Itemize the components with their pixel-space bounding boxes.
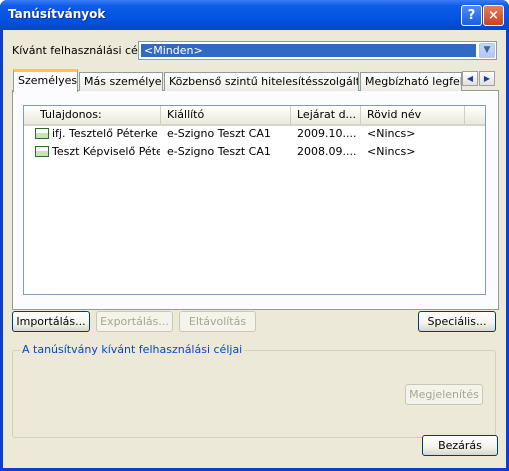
remove-button[interactable]: Eltávolítás [179,311,256,332]
purpose-dropdown[interactable]: <Minden> ▼ [138,41,497,60]
export-button[interactable]: Exportálás... [96,311,173,332]
close-button[interactable]: Bezárás [422,435,498,456]
import-button[interactable]: Importálás... [12,311,90,332]
column-owner[interactable]: Tulajdonos: [24,106,161,124]
table-row[interactable]: Teszt Képviselő Péter e-Szigno Teszt CA1… [24,144,485,160]
column-expiry[interactable]: Lejárat d... [291,106,361,124]
tab-scroll-buttons: ◀ ▶ [462,71,496,86]
chevron-down-icon[interactable]: ▼ [479,43,495,58]
table-row[interactable]: ifj. Tesztelő Péterke e-Szigno Teszt CA1… [24,126,485,142]
row-owner: Teszt Képviselő Péter [52,145,160,158]
list-header: Tulajdonos: Kiállító Lejárat d... Rövid … [24,106,485,126]
row-friendly-name: <Nincs> [367,145,416,158]
certificate-icon [35,128,49,139]
certificates-dialog: Tanúsítványok ? × Kívánt felhasználási c… [0,0,509,471]
purpose-label: Kívánt felhasználási cél: [12,44,145,57]
column-issuer[interactable]: Kiállító [161,106,291,124]
row-issuer: e-Szigno Teszt CA1 [167,145,271,158]
purpose-selected-value: <Minden> [141,44,476,57]
tab-scroll-right-icon[interactable]: ▶ [479,71,495,86]
window-title: Tanúsítványok [8,7,106,21]
certificate-icon [35,146,49,157]
dialog-client-area: Kívánt felhasználási cél: <Minden> ▼ Sze… [3,30,506,468]
tab-scroll-left-icon[interactable]: ◀ [462,71,478,86]
tab-other-people[interactable]: Más személyek [79,72,163,91]
group-title: A tanúsítvány kívánt felhasználási célja… [20,343,245,356]
row-owner: ifj. Tesztelő Péterke [52,127,158,140]
row-expiry: 2008.09.... [297,145,357,158]
row-issuer: e-Szigno Teszt CA1 [167,127,271,140]
help-button[interactable]: ? [461,5,482,26]
advanced-button[interactable]: Speciális... [418,311,496,332]
certificate-list[interactable]: Tulajdonos: Kiállító Lejárat d... Rövid … [23,105,486,295]
column-friendly-name[interactable]: Rövid név [361,106,465,124]
tab-intermediate-cas[interactable]: Közbenső szintű hitelesítésszolgáltatók [164,72,359,91]
tab-personal[interactable]: Személyes [13,69,78,92]
row-friendly-name: <Nincs> [367,127,416,140]
title-bar: Tanúsítványok ? × [0,0,509,30]
tab-trusted-root[interactable]: Megbízható legfelső [360,72,462,91]
close-window-button[interactable]: × [483,5,504,26]
view-button[interactable]: Megjelenítés [405,384,483,405]
row-expiry: 2009.10.... [297,127,357,140]
